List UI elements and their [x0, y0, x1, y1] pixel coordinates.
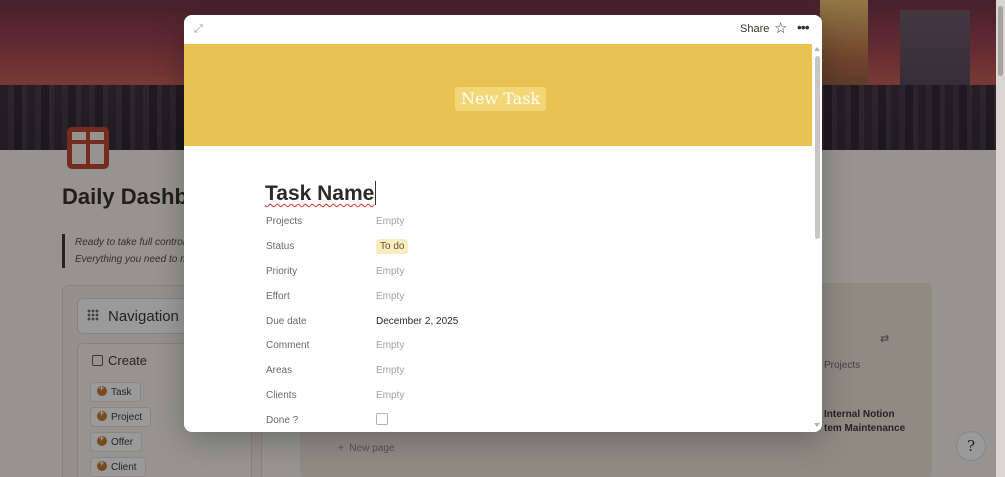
property-value[interactable]: Empty: [376, 340, 404, 351]
star-icon[interactable]: ☆: [774, 20, 787, 37]
property-projects[interactable]: Projects Empty: [266, 213, 746, 233]
scroll-down-arrow-icon[interactable]: [814, 423, 820, 427]
property-value[interactable]: Empty: [376, 266, 404, 277]
property-comment[interactable]: Comment Empty: [266, 337, 746, 357]
property-label: Status: [266, 241, 295, 252]
cover-banner: New Task: [184, 44, 812, 146]
scrollbar-thumb[interactable]: [815, 56, 820, 239]
modal-toolbar: ⤢ Share ☆ •••: [184, 15, 822, 44]
task-title-input[interactable]: Task Name: [265, 181, 377, 206]
page-scrollbar[interactable]: [996, 0, 1005, 477]
modal-scrollbar[interactable]: [813, 44, 822, 432]
property-areas[interactable]: Areas Empty: [266, 362, 746, 382]
property-label: Effort: [266, 291, 290, 302]
property-label: Comment: [266, 340, 310, 351]
property-label: Due date: [266, 316, 307, 327]
done-checkbox[interactable]: [376, 413, 388, 425]
property-label: Areas: [266, 365, 293, 376]
property-done[interactable]: Done ?: [266, 412, 746, 432]
property-label: Projects: [266, 216, 303, 227]
property-label: Priority: [266, 266, 298, 277]
scrollbar-thumb[interactable]: [998, 6, 1003, 76]
property-status[interactable]: Status To do: [266, 238, 746, 258]
expand-icon[interactable]: ⤢: [194, 23, 206, 35]
property-label: Done ?: [266, 415, 299, 426]
task-title-text: Task Name: [265, 182, 375, 205]
status-badge[interactable]: To do: [376, 239, 409, 254]
property-due-date[interactable]: Due date December 2, 2025: [266, 313, 746, 333]
property-value[interactable]: Empty: [376, 216, 404, 227]
task-modal: ⤢ Share ☆ ••• New Task Task Name Project…: [184, 15, 822, 432]
property-priority[interactable]: Priority Empty: [266, 263, 746, 283]
property-value[interactable]: Empty: [376, 291, 404, 302]
property-clients[interactable]: Clients Empty: [266, 387, 746, 407]
text-caret: [375, 181, 377, 205]
property-value[interactable]: Empty: [376, 365, 404, 376]
banner-title: New Task: [455, 87, 547, 111]
scroll-up-arrow-icon[interactable]: [814, 47, 820, 51]
more-icon[interactable]: •••: [797, 19, 810, 36]
property-effort[interactable]: Effort Empty: [266, 288, 746, 308]
property-value[interactable]: Empty: [376, 390, 404, 401]
share-button[interactable]: Share: [740, 23, 769, 35]
property-value[interactable]: December 2, 2025: [376, 316, 458, 327]
property-label: Clients: [266, 390, 297, 401]
